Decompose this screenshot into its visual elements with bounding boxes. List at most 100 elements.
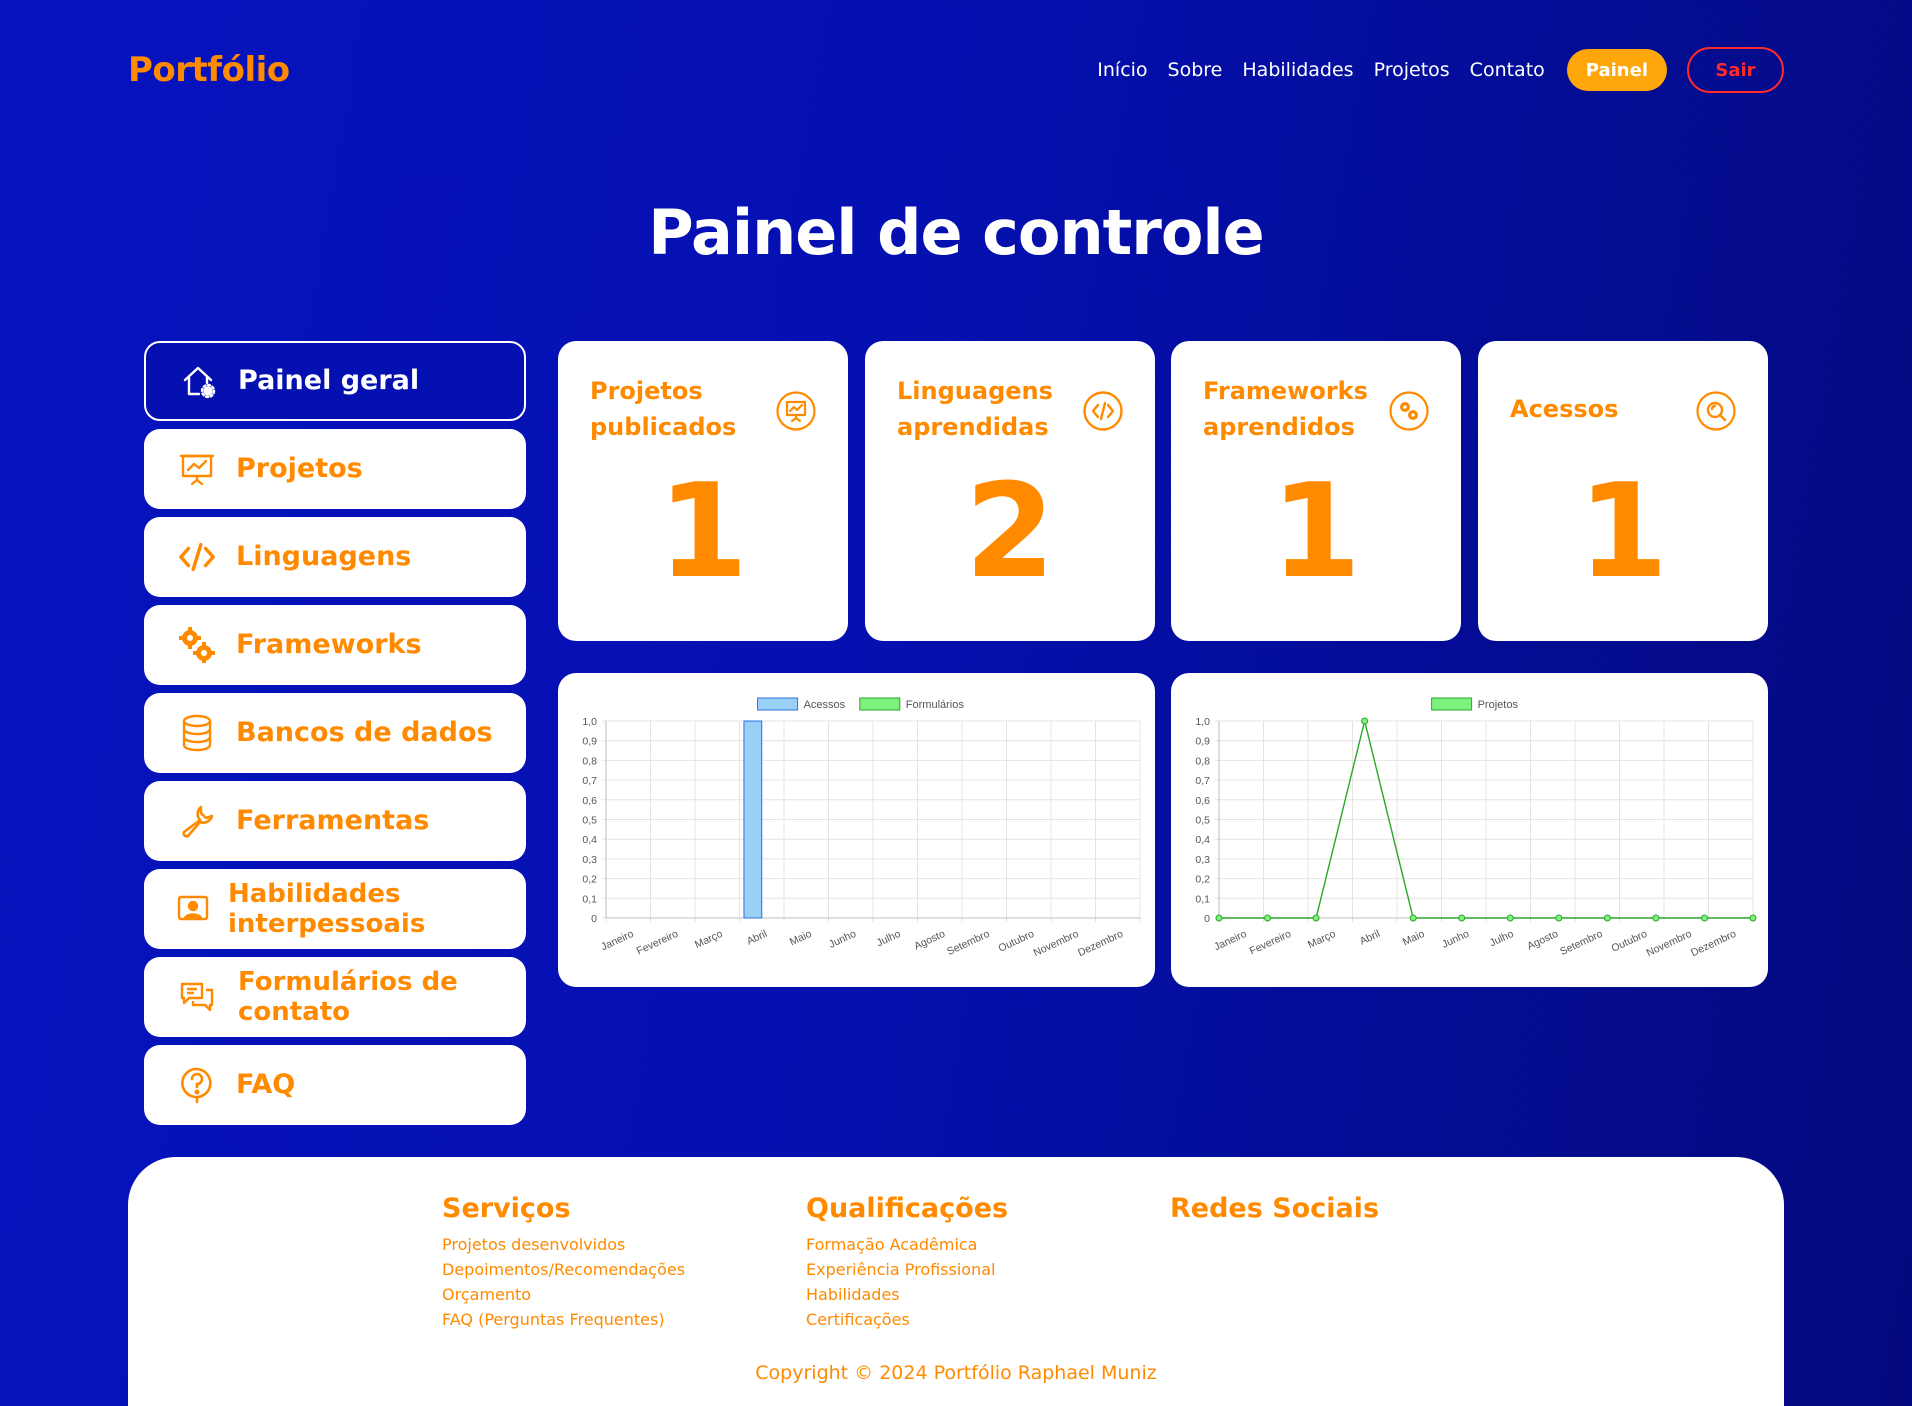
y-tick-label: 1,0 <box>582 716 597 728</box>
sidebar-item-bancos-de-dados[interactable]: Bancos de dados <box>144 693 526 773</box>
sidebar-item-label: FAQ <box>236 1069 296 1100</box>
legend-swatch <box>1431 697 1473 711</box>
x-tick-label: Março <box>693 928 725 951</box>
home-gear-icon <box>180 362 218 400</box>
footer-link[interactable]: Certificações <box>806 1307 1008 1332</box>
nav-link-projetos[interactable]: Projetos <box>1374 59 1450 81</box>
x-tick-label: Abril <box>745 928 769 948</box>
y-tick-label: 0,2 <box>582 874 597 886</box>
stat-title: Projetos publicados <box>590 377 737 441</box>
x-tick-label: Setembro <box>1558 928 1604 958</box>
x-tick-label: Setembro <box>945 928 991 958</box>
data-point <box>1361 717 1369 725</box>
stat-value: 1 <box>1270 455 1362 607</box>
nav-links: Início Sobre Habilidades Projetos Contat… <box>1097 47 1784 93</box>
painel-button[interactable]: Painel <box>1566 49 1667 91</box>
stat-card-linguagens: Linguagens aprendidas 2 <box>865 341 1155 641</box>
footer-link[interactable]: Orçamento <box>442 1282 685 1307</box>
data-point <box>1506 914 1514 922</box>
x-tick-label: Dezembro <box>1689 928 1738 959</box>
data-point <box>1603 914 1611 922</box>
legend-label: Acessos <box>804 699 846 711</box>
sidebar-item-label: Formulários de contato <box>238 967 458 1027</box>
stat-card-acessos: Acessos 1 <box>1478 341 1768 641</box>
sidebar-item-label: Projetos <box>236 453 363 484</box>
sidebar-item-habilidades-interpessoais[interactable]: Habilidades interpessoais <box>144 869 526 949</box>
stat-title: Acessos <box>1510 395 1619 423</box>
sidebar-item-painel-geral[interactable]: Painel geral <box>144 341 526 421</box>
x-tick-label: Outubro <box>1610 928 1650 955</box>
sidebar-item-linguagens[interactable]: Linguagens <box>144 517 526 597</box>
x-tick-label: Março <box>1306 928 1338 951</box>
y-tick-label: 0,3 <box>1195 854 1210 866</box>
x-tick-label: Novembro <box>1645 928 1694 959</box>
x-tick-label: Fevereiro <box>1248 928 1293 958</box>
stat-title: Linguagens aprendidas <box>897 377 1053 441</box>
legend-swatch <box>757 697 799 711</box>
sidebar-item-formularios-de-contato[interactable]: Formulários de contato <box>144 957 526 1037</box>
footer-link[interactable]: Projetos desenvolvidos <box>442 1232 685 1257</box>
sidebar-item-frameworks[interactable]: Frameworks <box>144 605 526 685</box>
site-logo[interactable]: Portfólio <box>128 50 290 90</box>
sidebar-item-label: Ferramentas <box>236 805 430 836</box>
presentation-chart-icon <box>776 391 816 431</box>
footer-link[interactable]: FAQ (Perguntas Frequentes) <box>442 1307 685 1332</box>
sidebar-item-label: Frameworks <box>236 629 422 660</box>
line-chart: Projetos 0 0,1 0,2 0,3 0,4 0,5 0,6 0,7 0,8 0,9 1,0 J… <box>1195 697 1757 959</box>
y-tick-label: 0,8 <box>1195 755 1210 767</box>
sidebar-item-projetos[interactable]: Projetos <box>144 429 526 509</box>
stat-value: 1 <box>657 455 749 607</box>
x-tick-label: Julho <box>875 928 903 950</box>
sair-button[interactable]: Sair <box>1687 47 1784 93</box>
x-tick-label: Junho <box>827 928 858 951</box>
database-icon <box>178 714 216 752</box>
nav-link-inicio[interactable]: Início <box>1097 59 1147 81</box>
footer-link[interactable]: Habilidades <box>806 1282 1008 1307</box>
stat-card-frameworks: Frameworks aprendidos 1 <box>1171 341 1461 641</box>
chat-icon <box>178 978 216 1016</box>
footer-link[interactable]: Experiência Profissional <box>806 1257 1008 1282</box>
y-tick-label: 0,8 <box>582 755 597 767</box>
sidebar-item-label: Painel geral <box>238 365 420 396</box>
x-tick-label: Fevereiro <box>635 928 680 958</box>
sidebar: Painel geral Projetos Linguagens Framewo… <box>144 341 526 1133</box>
sidebar-item-ferramentas[interactable]: Ferramentas <box>144 781 526 861</box>
y-tick-label: 0,1 <box>1195 893 1210 905</box>
chart-card-acessos: Acessos Formulários 0 0,1 0,2 0,3 0,4 0,5 0,6 0,7… <box>558 673 1155 987</box>
y-tick-label: 0,5 <box>582 815 597 827</box>
y-tick-label: 0,6 <box>582 795 597 807</box>
sidebar-item-faq[interactable]: FAQ <box>144 1045 526 1125</box>
y-tick-label: 0 <box>1204 913 1210 925</box>
data-point <box>1749 914 1757 922</box>
gears-icon <box>1389 391 1429 431</box>
sidebar-item-label: Linguagens <box>236 541 412 572</box>
footer-redes-sociais: Redes Sociais <box>1170 1193 1379 1232</box>
nav-link-sobre[interactable]: Sobre <box>1168 59 1223 81</box>
x-tick-label: Dezembro <box>1076 928 1125 959</box>
x-tick-label: Agosto <box>912 928 947 953</box>
stat-title: Frameworks aprendidos <box>1203 377 1368 441</box>
data-point <box>1264 914 1272 922</box>
y-tick-label: 0,1 <box>582 893 597 905</box>
x-tick-label: Agosto <box>1525 928 1560 953</box>
y-tick-label: 0,7 <box>582 775 597 787</box>
bar <box>743 720 763 919</box>
y-tick-label: 0,9 <box>1195 736 1210 748</box>
presentation-chart-icon <box>178 450 216 488</box>
page-title: Painel de controle <box>648 196 1265 269</box>
y-tick-label: 0,3 <box>582 854 597 866</box>
y-tick-label: 0,4 <box>1195 834 1210 846</box>
footer-link[interactable]: Formação Acadêmica <box>806 1232 1008 1257</box>
sidebar-item-label: Habilidades interpessoais <box>228 879 426 939</box>
y-tick-label: 0 <box>591 913 597 925</box>
legend-label: Formulários <box>906 699 965 711</box>
y-tick-label: 1,0 <box>1195 716 1210 728</box>
nav-link-contato[interactable]: Contato <box>1470 59 1545 81</box>
code-icon <box>1083 391 1123 431</box>
footer-link[interactable]: Depoimentos/Recomendações <box>442 1257 685 1282</box>
x-tick-label: Abril <box>1358 928 1382 948</box>
y-tick-label: 0,9 <box>582 736 597 748</box>
code-icon <box>178 538 216 576</box>
data-point <box>1652 914 1660 922</box>
nav-link-habilidades[interactable]: Habilidades <box>1242 59 1353 81</box>
